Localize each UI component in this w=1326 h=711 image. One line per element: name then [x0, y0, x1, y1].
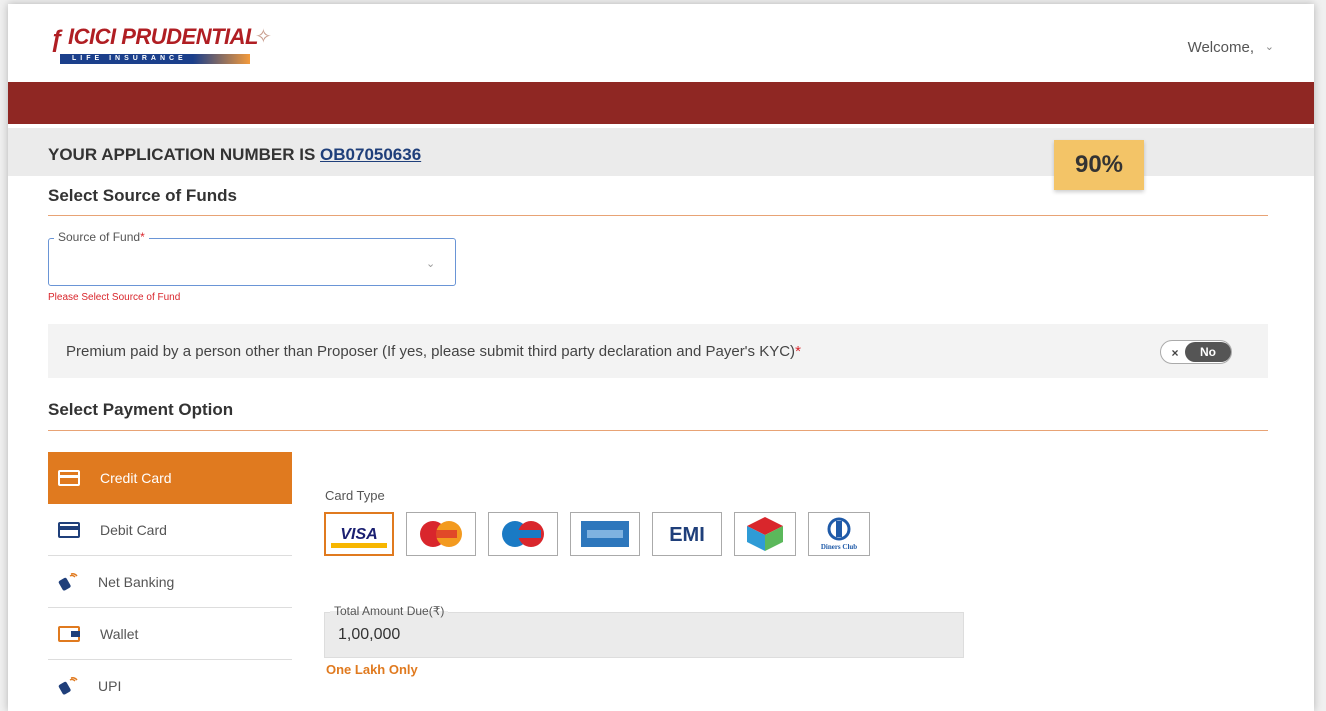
third-party-text: Premium paid by a person other than Prop…	[66, 343, 801, 360]
chevron-down-icon[interactable]: ⌄	[1265, 40, 1274, 53]
amount-in-words: One Lakh Only	[326, 662, 418, 677]
card-rupay[interactable]	[734, 512, 796, 556]
svg-text:EMI: EMI	[669, 524, 705, 546]
card-mastercard[interactable]	[406, 512, 476, 556]
card-type-label: Card Type	[325, 488, 385, 503]
credit-card-icon	[58, 470, 80, 486]
logo-deco-icon: ✧	[255, 26, 272, 48]
required-marker: *	[140, 230, 145, 244]
section-divider	[48, 215, 1268, 216]
third-party-row: Premium paid by a person other than Prop…	[48, 324, 1268, 378]
payment-option-label: Wallet	[100, 625, 139, 642]
card-emi[interactable]: EMI	[652, 512, 722, 556]
logo-subtext: LIFE INSURANCE	[60, 54, 250, 64]
toggle-label: No	[1185, 342, 1231, 362]
app-frame: ƒ ICICI PRUDENTIAL ✧ LIFE INSURANCE Welc…	[8, 4, 1314, 711]
nav-band	[8, 82, 1314, 124]
logo-text: ICICI PRUDENTIAL	[68, 24, 259, 49]
card-diners-club[interactable]: Diners Club	[808, 512, 870, 556]
net-banking-icon	[58, 572, 78, 591]
card-type-list: VISA EMI Diners Club	[324, 512, 870, 556]
logo-mark: ƒ	[50, 26, 64, 53]
source-of-fund-label: Source of Fund*	[54, 230, 149, 244]
payment-option-label: UPI	[98, 678, 122, 694]
source-of-funds-title: Select Source of Funds	[48, 186, 237, 205]
payment-option-title: Select Payment Option	[48, 400, 234, 419]
svg-text:Diners Club: Diners Club	[821, 543, 857, 551]
total-amount-value: 1,00,000	[338, 626, 401, 643]
payment-option-label: Credit Card	[100, 470, 172, 486]
total-amount-label: Total Amount Due(₹)	[330, 604, 449, 618]
card-amex[interactable]	[570, 512, 640, 556]
source-of-fund-select[interactable]	[48, 238, 456, 286]
source-of-fund-label-text: Source of Fund	[58, 230, 141, 244]
third-party-label: Premium paid by a person other than Prop…	[66, 343, 796, 360]
close-icon: ×	[1167, 345, 1183, 361]
card-maestro[interactable]	[488, 512, 558, 556]
debit-card-icon	[58, 521, 80, 538]
payment-option-upi[interactable]: UPI	[48, 660, 292, 711]
wallet-icon	[58, 625, 80, 642]
svg-text:VISA: VISA	[340, 526, 377, 543]
card-visa[interactable]: VISA	[324, 512, 394, 556]
payment-menu: Credit Card Debit Card Net Banking Walle…	[48, 452, 292, 711]
company-logo[interactable]: ƒ ICICI PRUDENTIAL ✧ LIFE INSURANCE	[50, 24, 320, 74]
welcome-text[interactable]: Welcome,	[1188, 39, 1254, 56]
application-label: YOUR APPLICATION NUMBER IS	[48, 145, 316, 164]
chevron-down-icon[interactable]: ⌄	[426, 257, 435, 270]
upi-icon	[58, 677, 78, 695]
application-number: YOUR APPLICATION NUMBER IS OB07050636	[48, 145, 421, 165]
payment-option-net-banking[interactable]: Net Banking	[48, 556, 292, 608]
required-marker: *	[795, 343, 801, 360]
payment-option-label: Net Banking	[98, 573, 175, 590]
header: ƒ ICICI PRUDENTIAL ✧ LIFE INSURANCE Welc…	[8, 4, 1314, 82]
third-party-toggle[interactable]: × No	[1160, 340, 1232, 364]
total-amount-field	[324, 612, 964, 658]
payment-option-debit-card[interactable]: Debit Card	[48, 504, 292, 556]
source-of-fund-error: Please Select Source of Fund	[48, 292, 181, 303]
payment-option-wallet[interactable]: Wallet	[48, 608, 292, 660]
application-number-link[interactable]: OB07050636	[320, 145, 421, 164]
payment-option-label: Debit Card	[100, 521, 167, 538]
payment-option-credit-card[interactable]: Credit Card	[48, 452, 292, 504]
progress-badge: 90%	[1054, 140, 1144, 190]
section-divider	[48, 430, 1268, 431]
